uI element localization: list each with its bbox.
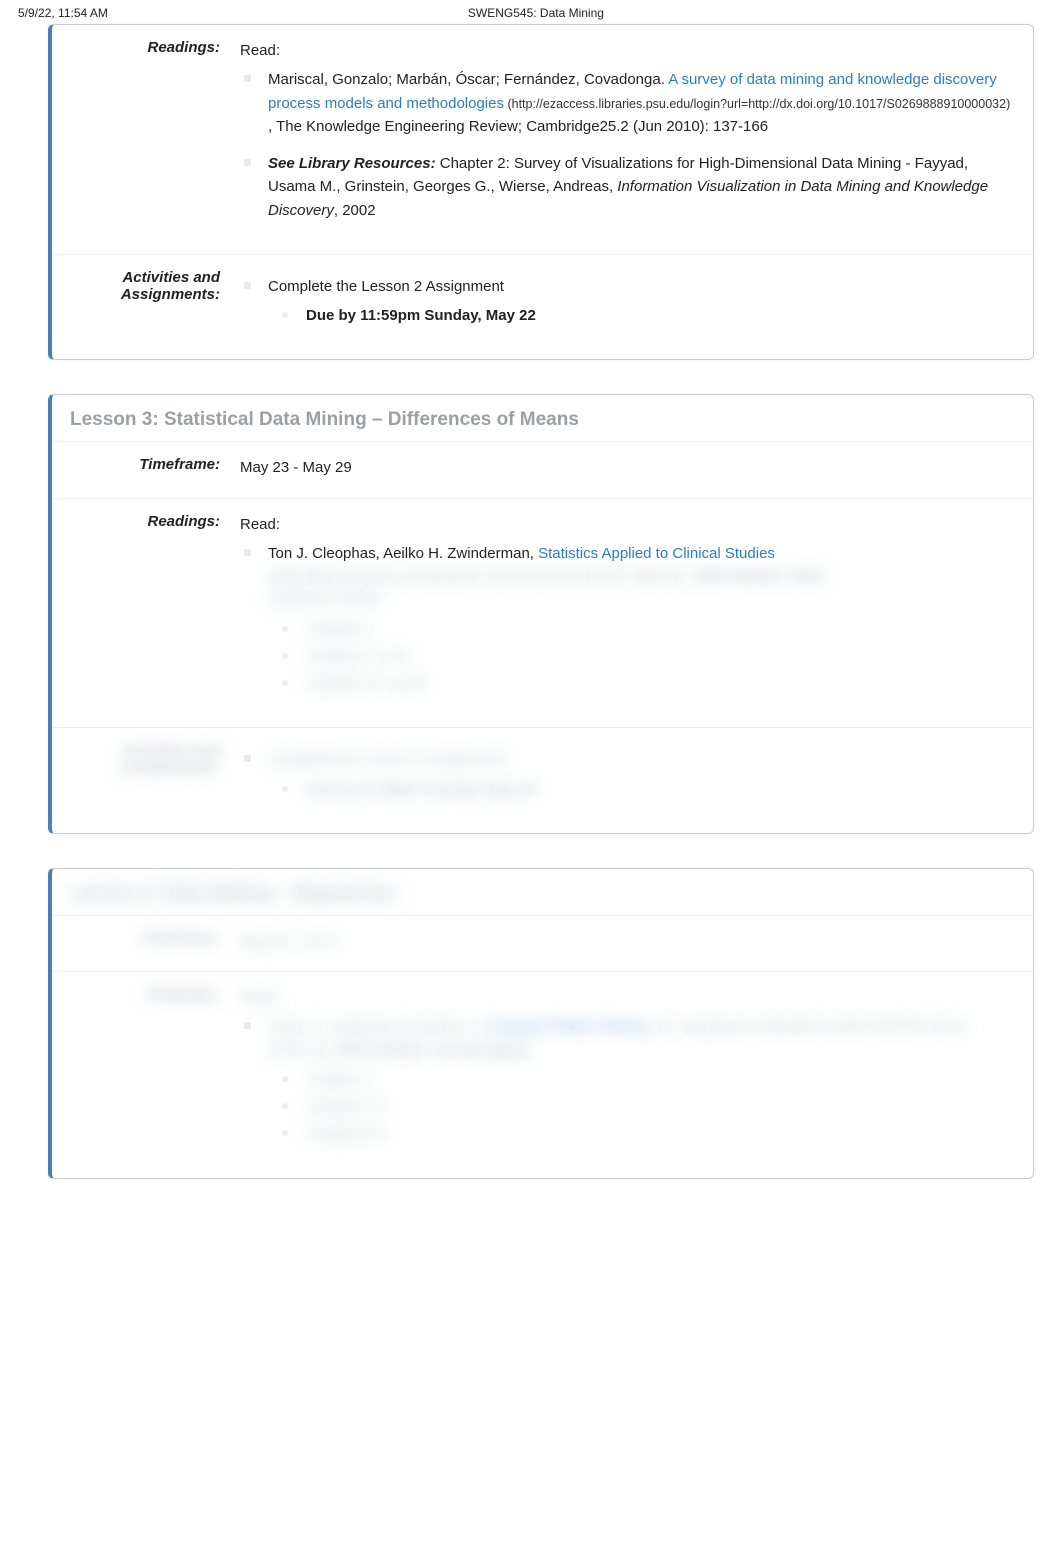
chapter-item: Chapter 1	[300, 618, 1015, 641]
readings-value: Read: Ton J. Cleophas, Aeilko H. Zwinder…	[232, 499, 1033, 728]
reading-tail: , The Knowledge Engineering Review; Camb…	[268, 118, 768, 135]
activities-value: Complete the Lesson 2 Assignment Due by …	[232, 255, 1033, 360]
reading-url: (http://ezaccess.libraries.psu.edu/login…	[504, 97, 1010, 111]
timeframe-label: Timeframe:	[52, 442, 232, 497]
reading-link[interactable]: Statistics Applied to Clinical Studies	[538, 545, 775, 562]
readings-row: Readings: Read: Mariscal, Gonzalo; Marbá…	[52, 25, 1033, 254]
read-heading: Read:	[240, 989, 280, 1006]
chapter-item: Chapter 5-9	[300, 1122, 1015, 1145]
timeframe-row: Timeframe: May 23 - May 29	[52, 441, 1033, 497]
activities-value: Complete the Lesson 3 Assignment Due by …	[232, 728, 1033, 833]
hidden-note: Dordrecht Online	[268, 588, 1015, 611]
due-date: Due by 11:59pm Sunday, May 29	[300, 778, 1015, 801]
authors: Ton J. Cleophas, Aeilko H. Zwinderman,	[268, 545, 538, 562]
timeframe-value: May 30 - Jun 5	[232, 916, 1033, 971]
hidden-pub: , Fifth Edition, 2012	[687, 568, 825, 585]
doc-title: SWENG545: Data Mining	[468, 6, 604, 20]
activities-row: Activities and Assignments: Complete the…	[52, 727, 1033, 833]
chapter-list: Chapter 1 Chapter 2-4 Chapter 5-9	[268, 1068, 1015, 1146]
reading-link[interactable]: Frequent Pattern Mining	[486, 1018, 647, 1035]
timeframe-value: May 23 - May 29	[232, 442, 1033, 497]
reading-year: , 2002	[334, 202, 376, 219]
lesson-3-card: Lesson 3: Statistical Data Mining – Diff…	[48, 394, 1034, 834]
activities-label: Activities and Assignments:	[52, 255, 232, 360]
activity-item: Complete the Lesson 3 Assignment Due by …	[262, 748, 1015, 801]
lesson-4-title: Lesson 4: Data Mining – Regression	[52, 869, 1033, 915]
readings-row: Readings: Read: Charu C. Aggarwal, Chand…	[52, 971, 1033, 1178]
due-date: Due by 11:59pm Sunday, May 22	[300, 304, 1015, 327]
lesson-2-card: Readings: Read: Mariscal, Gonzalo; Marbá…	[48, 24, 1034, 360]
readings-value: Read: Charu C. Aggarwal, Chandan K. Freq…	[232, 972, 1033, 1178]
chapter-item: Chapter 25, p.279	[300, 672, 1015, 695]
timeframe-row: Timeframe: May 30 - Jun 5	[52, 915, 1033, 971]
activities-row: Activities and Assignments: Complete the…	[52, 254, 1033, 360]
authors: Charu C. Aggarwal, Chandan K.	[268, 1018, 486, 1035]
reading-item: Ton J. Cleophas, Aeilko H. Zwinderman, S…	[262, 542, 1015, 696]
authors: Mariscal, Gonzalo; Marbán, Óscar; Fernán…	[268, 71, 668, 88]
activities-label: Activities and Assignments:	[52, 728, 232, 833]
chapter-list: Chapter 1 Chapter 2, p.31 Chapter 25, p.…	[268, 618, 1015, 696]
readings-value: Read: Mariscal, Gonzalo; Marbán, Óscar; …	[232, 25, 1033, 254]
timeframe-label: Timeframe:	[52, 916, 232, 971]
readings-row: Readings: Read: Ton J. Cleophas, Aeilko …	[52, 498, 1033, 728]
readings-label: Readings:	[52, 499, 232, 728]
read-heading: Read:	[240, 42, 280, 59]
see-library: See Library Resources:	[268, 155, 436, 172]
reading-pub: , 2014 (Online e-book/Apple)	[328, 1042, 530, 1059]
activity-item: Complete the Lesson 2 Assignment Due by …	[262, 275, 1015, 328]
lesson-4-card: Lesson 4: Data Mining – Regression Timef…	[48, 868, 1034, 1179]
chapter-item: Chapter 2-4	[300, 1095, 1015, 1118]
hidden-url: (http://link.springer.com/book/10.1007%2…	[268, 568, 682, 585]
page-header: 5/9/22, 11:54 AM SWENG545: Data Mining	[0, 0, 1062, 24]
readings-label: Readings:	[52, 972, 232, 1178]
content: Readings: Read: Mariscal, Gonzalo; Marbá…	[0, 24, 1062, 1253]
chapter-item: Chapter 2, p.31	[300, 645, 1015, 668]
activity-text: Complete the Lesson 2 Assignment	[268, 278, 504, 295]
read-heading: Read:	[240, 516, 280, 533]
activity-text: Complete the Lesson 3 Assignment	[268, 751, 504, 768]
lesson-3-title: Lesson 3: Statistical Data Mining – Diff…	[52, 395, 1033, 441]
chapter-item: Chapter 1	[300, 1068, 1015, 1091]
timestamp: 5/9/22, 11:54 AM	[18, 6, 108, 20]
readings-label: Readings:	[52, 25, 232, 254]
reading-item: Mariscal, Gonzalo; Marbán, Óscar; Fernán…	[262, 68, 1015, 138]
reading-item: Charu C. Aggarwal, Chandan K. Frequent P…	[262, 1015, 1015, 1145]
reading-item: See Library Resources: Chapter 2: Survey…	[262, 152, 1015, 222]
